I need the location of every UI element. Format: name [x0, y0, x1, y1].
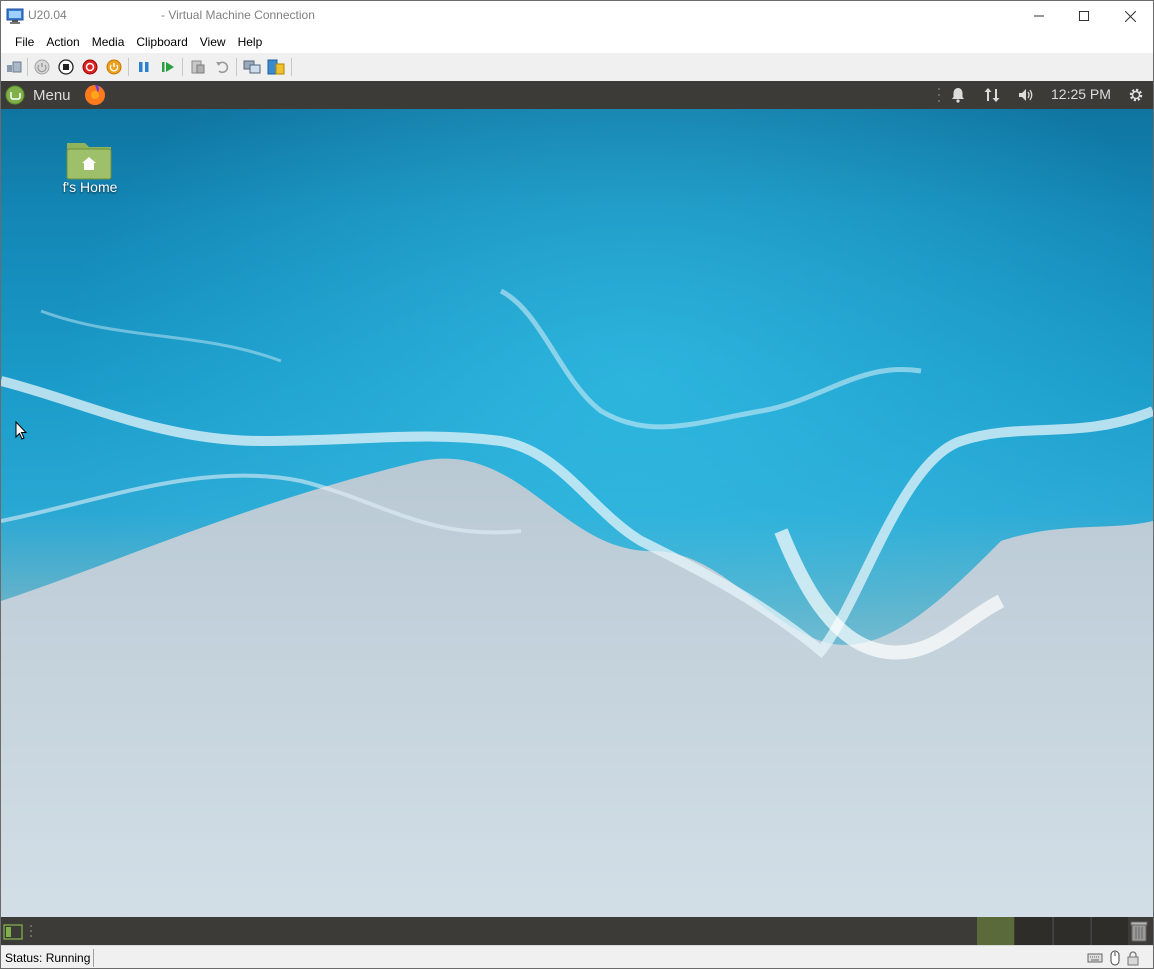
shutdown-button[interactable]	[81, 58, 99, 76]
revert-icon	[216, 61, 229, 74]
turn-off-icon	[58, 59, 74, 75]
share-button[interactable]	[267, 58, 285, 76]
menu-label: Menu	[33, 86, 71, 104]
workspace-4[interactable]	[1091, 917, 1128, 945]
menu-action[interactable]: Action	[40, 31, 85, 53]
menu-media[interactable]: Media	[86, 31, 131, 53]
bottom-panel	[1, 917, 1153, 945]
ctrl-alt-del-icon	[7, 61, 22, 73]
minimize-button[interactable]	[1016, 1, 1062, 31]
checkpoint-button[interactable]	[189, 58, 207, 76]
toolbar-separator	[128, 58, 129, 76]
maximize-button[interactable]	[1061, 1, 1107, 31]
toolbar	[1, 53, 1153, 81]
vm-monitor-icon	[6, 8, 24, 24]
toolbar-separator	[236, 58, 237, 76]
show-desktop-icon[interactable]	[3, 924, 23, 940]
minimize-icon	[1034, 15, 1044, 17]
vm-name: U20.04	[28, 8, 67, 22]
lock-icon	[1127, 951, 1139, 966]
enhanced-session-icon	[243, 60, 261, 74]
start-icon	[34, 59, 50, 75]
maximize-icon	[1079, 11, 1089, 21]
status-text: Status: Running	[5, 951, 91, 965]
shutdown-icon	[82, 59, 98, 75]
mint-logo-icon	[5, 85, 25, 105]
turn-off-button[interactable]	[57, 58, 75, 76]
menu-button[interactable]: Menu	[5, 81, 71, 109]
close-icon	[1124, 10, 1136, 22]
trash-icon[interactable]	[1129, 920, 1149, 942]
pause-icon	[139, 62, 149, 72]
save-button[interactable]	[105, 58, 123, 76]
toolbar-separator	[27, 58, 28, 76]
ocean-wallpaper	[1, 81, 1153, 945]
enhanced-session-button[interactable]	[243, 58, 261, 76]
status-separator	[93, 949, 94, 967]
home-folder-label[interactable]: f's Home	[45, 179, 135, 195]
title-bar[interactable]: U20.04 - Virtual Machine Connection	[1, 1, 1153, 31]
toolbar-separator	[291, 58, 292, 76]
save-icon	[106, 59, 122, 75]
checkpoint-icon	[191, 60, 205, 74]
window-title: - Virtual Machine Connection	[161, 8, 315, 22]
status-bar: Status: Running	[1, 945, 1153, 968]
vm-connection-window: U20.04 - Virtual Machine Connection File…	[0, 0, 1154, 969]
resume-icon	[162, 62, 174, 72]
ctrl-alt-del-button[interactable]	[5, 58, 23, 76]
clock[interactable]: 12:25 PM	[1051, 86, 1111, 102]
workspace-3[interactable]	[1053, 917, 1090, 945]
mouse-icon	[1110, 950, 1120, 966]
resume-button[interactable]	[159, 58, 177, 76]
menu-clipboard[interactable]: Clipboard	[130, 31, 193, 53]
network-icon[interactable]	[983, 86, 1001, 104]
revert-button[interactable]	[213, 58, 231, 76]
close-button[interactable]	[1107, 1, 1153, 31]
settings-gear-icon[interactable]	[1127, 86, 1145, 104]
mouse-cursor-icon	[15, 421, 27, 440]
notification-bell-icon[interactable]	[949, 86, 967, 104]
start-button[interactable]	[33, 58, 51, 76]
workspace-1[interactable]	[977, 917, 1014, 945]
toolbar-separator	[182, 58, 183, 76]
keyboard-icon	[1087, 953, 1103, 963]
guest-desktop[interactable]: Menu 12:25 PM f's Home	[1, 81, 1153, 945]
menu-file[interactable]: File	[9, 31, 40, 53]
menu-bar: File Action Media Clipboard View Help	[1, 31, 1153, 53]
top-panel: Menu 12:25 PM	[1, 81, 1153, 109]
firefox-icon[interactable]	[83, 83, 107, 107]
volume-icon[interactable]	[1017, 86, 1035, 104]
pause-button[interactable]	[135, 58, 153, 76]
menu-view[interactable]: View	[194, 31, 232, 53]
panel-handle-icon	[938, 88, 940, 102]
panel-handle-icon	[30, 925, 32, 937]
menu-help[interactable]: Help	[232, 31, 269, 53]
workspace-2[interactable]	[1015, 917, 1052, 945]
share-icon	[267, 59, 285, 75]
